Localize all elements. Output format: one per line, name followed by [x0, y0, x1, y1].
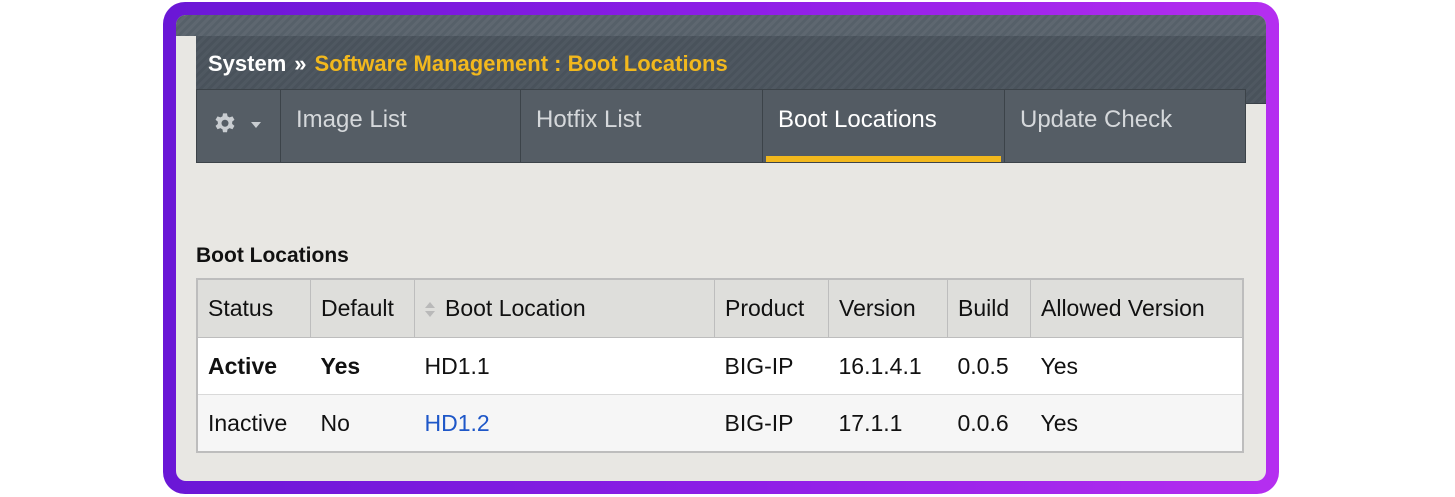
tab-image-list[interactable]: Image List	[281, 90, 521, 162]
boot-location-link[interactable]: HD1.2	[425, 410, 490, 436]
column-header-build[interactable]: Build	[947, 278, 1031, 338]
column-header-version[interactable]: Version	[828, 278, 948, 338]
tab-boot-locations[interactable]: Boot Locations	[763, 90, 1005, 162]
tab-bar: Image List Hotfix List Boot Locations Up…	[196, 89, 1246, 163]
default-cell: No	[310, 394, 415, 453]
version-cell: 16.1.4.1	[828, 337, 948, 395]
app-window: System » Software Management : Boot Locati…	[176, 15, 1266, 481]
build-cell: 0.0.6	[947, 394, 1031, 453]
tab-label: Hotfix List	[536, 106, 642, 133]
column-header-label: Boot Location	[445, 295, 586, 321]
allowed-version-cell: Yes	[1030, 337, 1243, 395]
build-cell: 0.0.5	[947, 337, 1031, 395]
breadcrumb-root[interactable]: System	[208, 51, 286, 76]
column-header-status[interactable]: Status	[196, 278, 311, 338]
column-header-boot-location[interactable]: Boot Location	[414, 278, 715, 338]
product-cell: BIG-IP	[714, 337, 829, 395]
breadcrumb-current: Software Management : Boot Locations	[314, 51, 728, 76]
boot-location-cell: HD1.1	[414, 337, 715, 395]
top-strip	[176, 15, 1266, 36]
table-row: Inactive No HD1.2 BIG-IP 17.1.1 0.0.6 Ye…	[197, 394, 1243, 453]
table-header-row: Status Default Boot Location Product Ver…	[196, 278, 1244, 338]
tab-hotfix-list[interactable]: Hotfix List	[521, 90, 763, 162]
product-cell: BIG-IP	[714, 394, 829, 453]
status-cell: Active	[197, 337, 311, 395]
gear-icon	[215, 113, 235, 133]
breadcrumb-separator: »	[294, 51, 307, 76]
version-cell: 17.1.1	[828, 394, 948, 453]
active-tab-indicator	[766, 156, 1001, 162]
tab-label: Boot Locations	[778, 106, 937, 133]
section-title: Boot Locations	[196, 244, 349, 267]
tab-update-check[interactable]: Update Check	[1005, 90, 1245, 162]
options-menu-button[interactable]	[197, 90, 281, 162]
tab-label: Image List	[296, 106, 407, 133]
column-header-allowed-version[interactable]: Allowed Version	[1030, 278, 1244, 338]
boot-locations-table: Status Default Boot Location Product Ver…	[196, 278, 1244, 453]
chevron-down-icon	[251, 122, 261, 128]
sort-icon[interactable]	[425, 301, 435, 318]
status-cell: Inactive	[197, 394, 311, 453]
allowed-version-cell: Yes	[1030, 394, 1243, 453]
breadcrumb: System » Software Management : Boot Locati…	[208, 51, 728, 77]
table-row: Active Yes HD1.1 BIG-IP 16.1.4.1 0.0.5 Y…	[197, 337, 1243, 395]
boot-location-cell: HD1.2	[414, 394, 715, 453]
column-header-product[interactable]: Product	[714, 278, 829, 338]
default-cell: Yes	[310, 337, 415, 395]
column-header-default[interactable]: Default	[310, 278, 415, 338]
tab-label: Update Check	[1020, 106, 1173, 133]
